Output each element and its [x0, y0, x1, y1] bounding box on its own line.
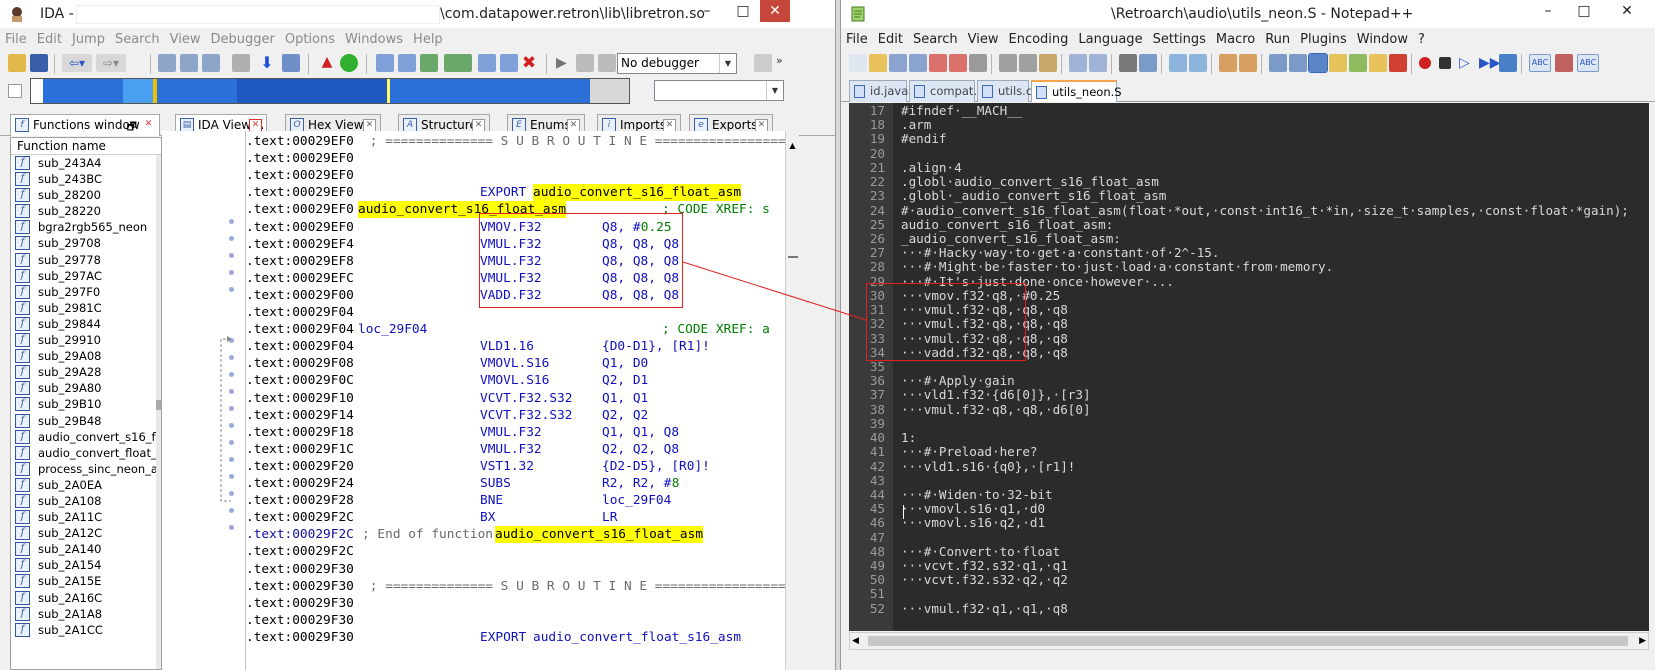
annotation-connector: [682, 261, 867, 321]
